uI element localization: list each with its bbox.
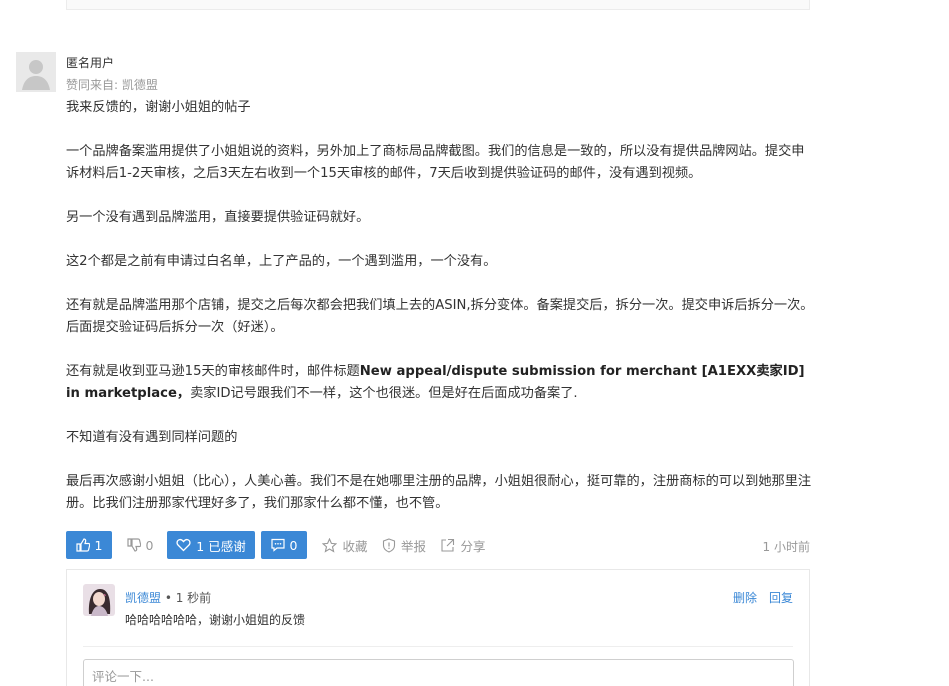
shield-icon <box>382 537 396 553</box>
comment-operations: 删除 回复 <box>733 589 793 606</box>
report-label: 举报 <box>400 538 426 554</box>
downvote-count: 0 <box>145 537 154 553</box>
comment-count: 0 <box>289 537 298 553</box>
share-label: 分享 <box>460 538 486 554</box>
answer-content: 我来反馈的，谢谢小姐姐的帖子 一个品牌备案滥用提供了小姐姐说的资料，另外加上了商… <box>66 97 816 515</box>
comment-section: 凯德盟 • 1 秒前 哈哈哈哈哈哈，谢谢小姐姐的反馈 删除 回复 <box>66 569 810 686</box>
user-avatar[interactable] <box>16 52 56 92</box>
comment-divider <box>83 646 793 647</box>
comment-text: 哈哈哈哈哈哈，谢谢小姐姐的反馈 <box>125 613 306 627</box>
upvote-count: 1 <box>94 537 103 553</box>
heart-icon <box>176 538 191 552</box>
paragraph: 这2个都是之前有申请过白名单，上了产品的，一个遇到滥用，一个没有。 <box>66 254 497 269</box>
answer-time: 1 小时前 <box>762 540 810 554</box>
collect-button[interactable]: 收藏 <box>320 531 370 559</box>
agree-user[interactable]: 凯德盟 <box>122 78 158 92</box>
previous-answer-footer <box>66 0 810 10</box>
downvote-button[interactable]: 0 <box>120 531 160 559</box>
paragraph-text: 卖家ID记号跟我们不一样，这个也很迷。但是好在后面成功备案了. <box>190 386 578 401</box>
comment-button[interactable]: 0 <box>261 531 307 559</box>
star-icon <box>322 537 338 553</box>
default-avatar-icon <box>16 52 56 92</box>
paragraph: 还有就是品牌滥用那个店铺，提交之后每次都会把我们填上去的ASIN,拆分变体。备案… <box>66 298 814 335</box>
comment-icon <box>270 538 285 552</box>
paragraph: 最后再次感谢小姐姐（比心），人美心善。我们不是在她哪里注册的品牌，小姐姐很耐心，… <box>66 474 812 511</box>
thanks-label: 1 已感谢 <box>196 538 246 554</box>
commenter-avatar[interactable] <box>83 584 115 616</box>
paragraph: 不知道有没有遇到同样问题的 <box>66 430 238 445</box>
delete-comment-link[interactable]: 删除 <box>733 589 757 606</box>
answer-actions: 1 0 1 已感谢 0 收藏 举报 分享 1 小时前 <box>66 531 810 559</box>
paragraph: 还有就是收到亚马逊15天的审核邮件时，邮件标题New appeal/disput… <box>66 361 816 405</box>
thanks-button[interactable]: 1 已感谢 <box>167 531 255 559</box>
collect-label: 收藏 <box>342 538 368 554</box>
paragraph: 我来反馈的，谢谢小姐姐的帖子 <box>66 100 251 115</box>
reply-comment-link[interactable]: 回复 <box>769 589 793 606</box>
paragraph: 另一个没有遇到品牌滥用，直接要提供验证码就好。 <box>66 210 370 225</box>
thumbs-up-icon <box>75 538 90 552</box>
paragraph-text: 还有就是收到亚马逊15天的审核邮件时，邮件标题 <box>66 364 360 379</box>
thumbs-down-icon <box>126 538 141 552</box>
comment-meta: 凯德盟 • 1 秒前 <box>125 589 211 606</box>
author-name: 匿名用户 <box>66 56 115 70</box>
upvote-button[interactable]: 1 <box>66 531 112 559</box>
agree-prefix: 赞同来自: <box>66 78 119 92</box>
agree-line: 赞同来自: 凯德盟 <box>66 76 158 93</box>
comment-author[interactable]: 凯德盟 <box>125 591 161 605</box>
comment-time: • 1 秒前 <box>164 591 212 605</box>
report-button[interactable]: 举报 <box>381 531 427 559</box>
comment-input[interactable] <box>83 659 794 686</box>
share-icon <box>441 538 455 552</box>
user-photo-icon <box>83 584 115 616</box>
paragraph: 一个品牌备案滥用提供了小姐姐说的资料，另外加上了商标局品牌截图。我们的信息是一致… <box>66 144 805 181</box>
share-button[interactable]: 分享 <box>438 531 488 559</box>
